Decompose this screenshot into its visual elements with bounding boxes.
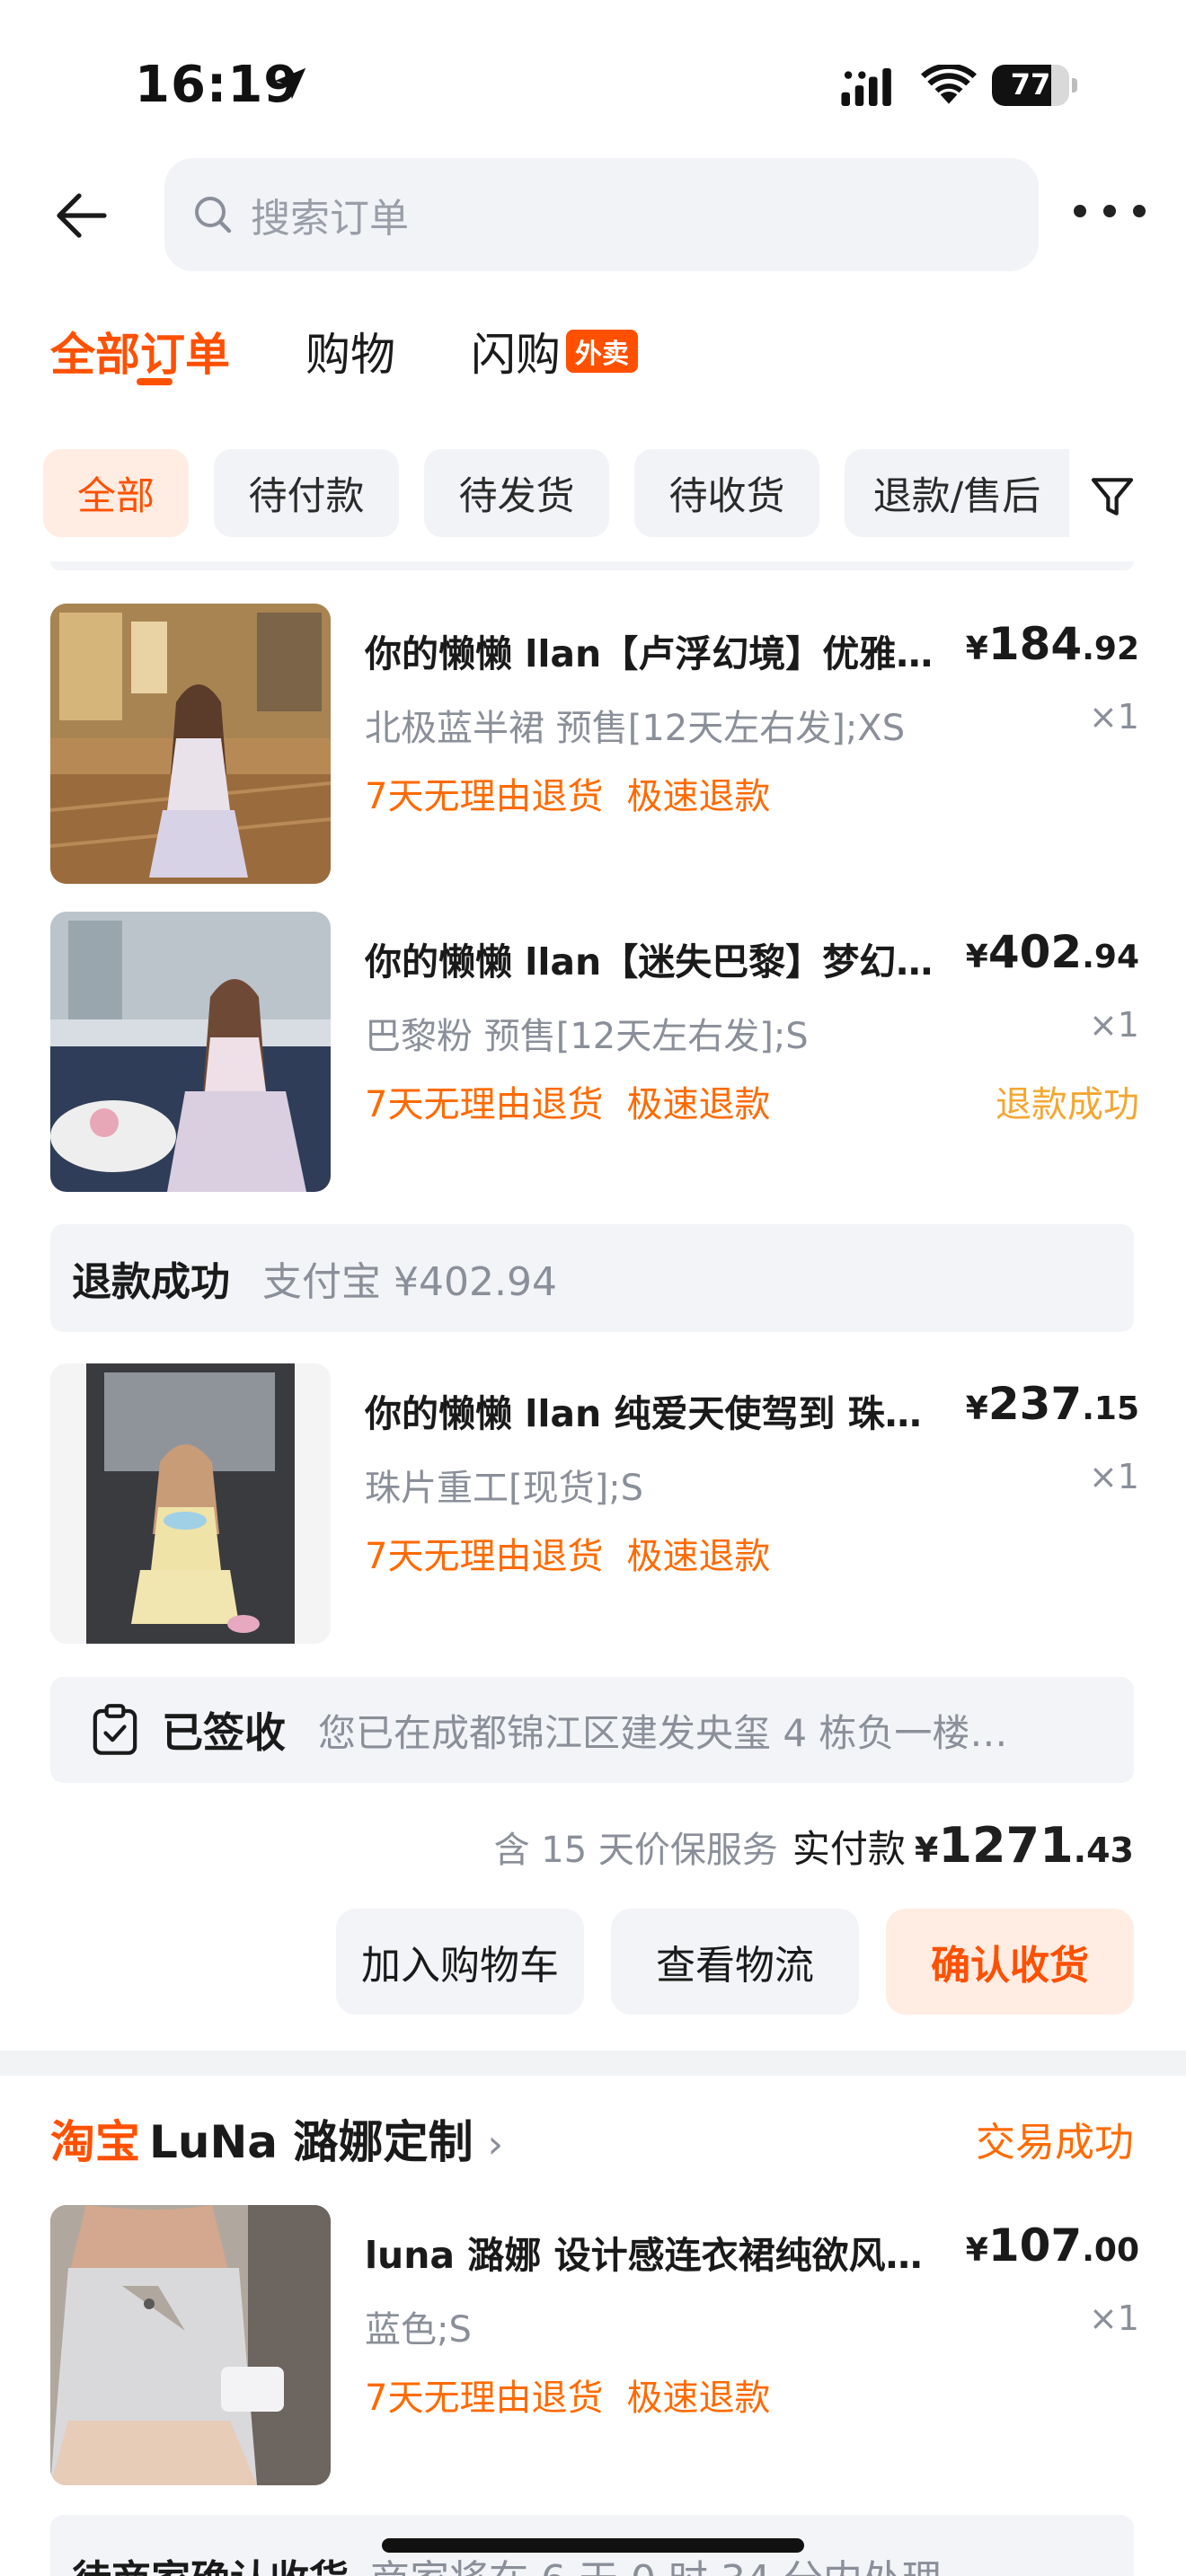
tab-flash-buy[interactable]: 闪购 外卖 <box>471 319 638 384</box>
refund-label: 退款成功 <box>72 1259 230 1305</box>
total-dec: .43 <box>1073 1831 1134 1870</box>
product-price: ¥402.94 <box>965 926 1139 978</box>
paid-label: 实付款 <box>792 1827 906 1871</box>
tag-return: 7天无理由退货 <box>365 1084 604 1125</box>
section-divider <box>0 2051 1186 2076</box>
product-qty: ×1 <box>1088 697 1139 737</box>
tab-all-orders[interactable]: 全部订单 <box>50 319 230 385</box>
tab-flash-buy-label: 闪购 <box>471 329 561 381</box>
wifi-icon <box>921 65 977 104</box>
product-title[interactable]: 你的懒懒 llan【卢浮幻境】优雅… <box>365 623 994 677</box>
total-currency: ¥ <box>914 1831 939 1870</box>
order-item[interactable]: 你的懒懒 llan【卢浮幻境】优雅… ¥184.92 北极蓝半裙 预售[12天左… <box>50 604 1139 884</box>
status-bar: 16:19 77 <box>0 0 1186 171</box>
filter-chips: 全部 待付款 待发货 待收货 退款/售后 <box>43 449 1175 539</box>
product-title[interactable]: luna 潞娜 设计感连衣裙纯欲风… <box>365 2225 994 2279</box>
logistics-status: 已签收 <box>162 1708 286 1757</box>
clipboard-check-icon <box>93 1704 137 1755</box>
search-input[interactable]: 搜索订单 <box>164 158 1039 271</box>
refund-info-bar[interactable]: 退款成功 支付宝 ¥402.94 <box>50 1224 1134 1332</box>
store-name[interactable]: LuNa 潞娜定制 <box>149 2116 473 2168</box>
order-total: 含 15 天价保服务 实付款 ¥1271.43 <box>494 1817 1134 1874</box>
battery-percent: 77 <box>1010 67 1051 101</box>
pending-detail: 商家将在 6 天 0 时 34 分内处理 <box>370 2557 942 2576</box>
tag-fast-refund: 极速退款 <box>626 776 771 817</box>
search-placeholder: 搜索订单 <box>251 196 409 242</box>
service-tags: 7天无理由退货 极速退款 <box>365 2369 793 2421</box>
order-item[interactable]: 你的懒懒 llan 纯爱天使驾到 珠… ¥237.15 珠片重工[现货];S ×… <box>50 1363 1139 1644</box>
product-qty: ×1 <box>1088 1457 1139 1496</box>
tag-return: 7天无理由退货 <box>365 776 604 817</box>
product-price: ¥184.92 <box>965 618 1139 670</box>
order-actions: 加入购物车 查看物流 确认收货 <box>309 1909 1134 2015</box>
logistics-detail: 您已在成都锦江区建发央玺 4 栋负一楼… <box>318 1710 1008 1755</box>
total-int: 1271 <box>938 1817 1074 1874</box>
home-indicator[interactable] <box>382 2538 804 2553</box>
add-to-cart-button[interactable]: 加入购物车 <box>336 1909 584 2015</box>
refund-status: 退款成功 <box>996 1084 1139 1125</box>
product-title[interactable]: 你的懒懒 llan【迷失巴黎】梦幻… <box>365 931 994 985</box>
tag-return: 7天无理由退货 <box>365 1536 604 1577</box>
platform-label: 淘宝 <box>50 2116 140 2168</box>
chip-refund-aftersale[interactable]: 退款/售后 <box>845 449 1069 537</box>
service-tags: 7天无理由退货 极速退款 <box>365 767 793 819</box>
product-qty: ×1 <box>1088 1005 1139 1045</box>
product-image[interactable] <box>50 604 331 884</box>
product-price: ¥237.15 <box>965 1378 1139 1430</box>
chip-pending-receipt[interactable]: 待收货 <box>634 449 819 537</box>
takeout-badge: 外卖 <box>566 330 638 373</box>
order-card[interactable]: 你的懒懒 llan【卢浮幻境】优雅… ¥184.92 北极蓝半裙 预售[12天左… <box>0 561 1186 2052</box>
filter-icon[interactable] <box>1087 472 1137 522</box>
more-icon <box>1074 205 1086 217</box>
tab-shopping[interactable]: 购物 <box>305 319 395 384</box>
product-title[interactable]: 你的懒懒 llan 纯爱天使驾到 珠… <box>365 1383 994 1437</box>
view-logistics-button[interactable]: 查看物流 <box>611 1909 859 2015</box>
logistics-bar[interactable]: 已签收 您已在成都锦江区建发央玺 4 栋负一楼… <box>50 1677 1134 1783</box>
search-icon <box>195 197 232 234</box>
product-image[interactable] <box>50 1363 331 1644</box>
back-arrow-icon <box>57 193 107 238</box>
service-tags: 7天无理由退货 极速退款 <box>365 1527 793 1579</box>
product-spec: 蓝色;S <box>365 2309 472 2351</box>
main-tabs: 全部订单 购物 闪购 外卖 <box>50 319 713 391</box>
product-image[interactable] <box>50 912 331 1192</box>
chip-pending-payment[interactable]: 待付款 <box>214 449 399 537</box>
order-item[interactable]: 你的懒懒 llan【迷失巴黎】梦幻… ¥402.94 巴黎粉 预售[12天左右发… <box>50 912 1139 1192</box>
product-qty: ×1 <box>1088 2298 1139 2338</box>
price-protection-note: 含 15 天价保服务 <box>493 1830 778 1871</box>
tag-fast-refund: 极速退款 <box>626 1084 771 1125</box>
chip-pending-shipment[interactable]: 待发货 <box>424 449 609 537</box>
service-tags: 7天无理由退货 极速退款 <box>365 1075 793 1127</box>
tag-return: 7天无理由退货 <box>365 2378 604 2419</box>
chip-all[interactable]: 全部 <box>43 449 189 537</box>
tag-fast-refund: 极速退款 <box>626 2378 771 2419</box>
chevron-right-icon: › <box>487 2122 504 2167</box>
signal-icon <box>841 68 891 106</box>
product-spec: 巴黎粉 预售[12天左右发];S <box>365 1016 809 1057</box>
location-arrow-icon <box>274 67 306 100</box>
product-price: ¥107.00 <box>965 2219 1139 2272</box>
back-button[interactable] <box>45 180 117 251</box>
tag-fast-refund: 极速退款 <box>626 1536 771 1577</box>
store-header[interactable]: 淘宝 LuNa 潞娜定制 › 交易成功 <box>50 2106 1134 2169</box>
battery-icon: 77 <box>992 65 1078 106</box>
confirm-receipt-button[interactable]: 确认收货 <box>886 1909 1134 2015</box>
order-item[interactable]: luna 潞娜 设计感连衣裙纯欲风… ¥107.00 蓝色;S ×1 7天无理由… <box>50 2205 1139 2485</box>
product-image[interactable] <box>50 2205 331 2485</box>
order-status: 交易成功 <box>976 2120 1134 2166</box>
more-button[interactable] <box>1074 198 1146 225</box>
refund-amount: 支付宝 ¥402.94 <box>262 1259 557 1305</box>
pending-label: 待商家确认收货 <box>72 2557 349 2576</box>
product-spec: 北极蓝半裙 预售[12天左右发];XS <box>365 708 906 749</box>
product-spec: 珠片重工[现货];S <box>365 1468 644 1509</box>
